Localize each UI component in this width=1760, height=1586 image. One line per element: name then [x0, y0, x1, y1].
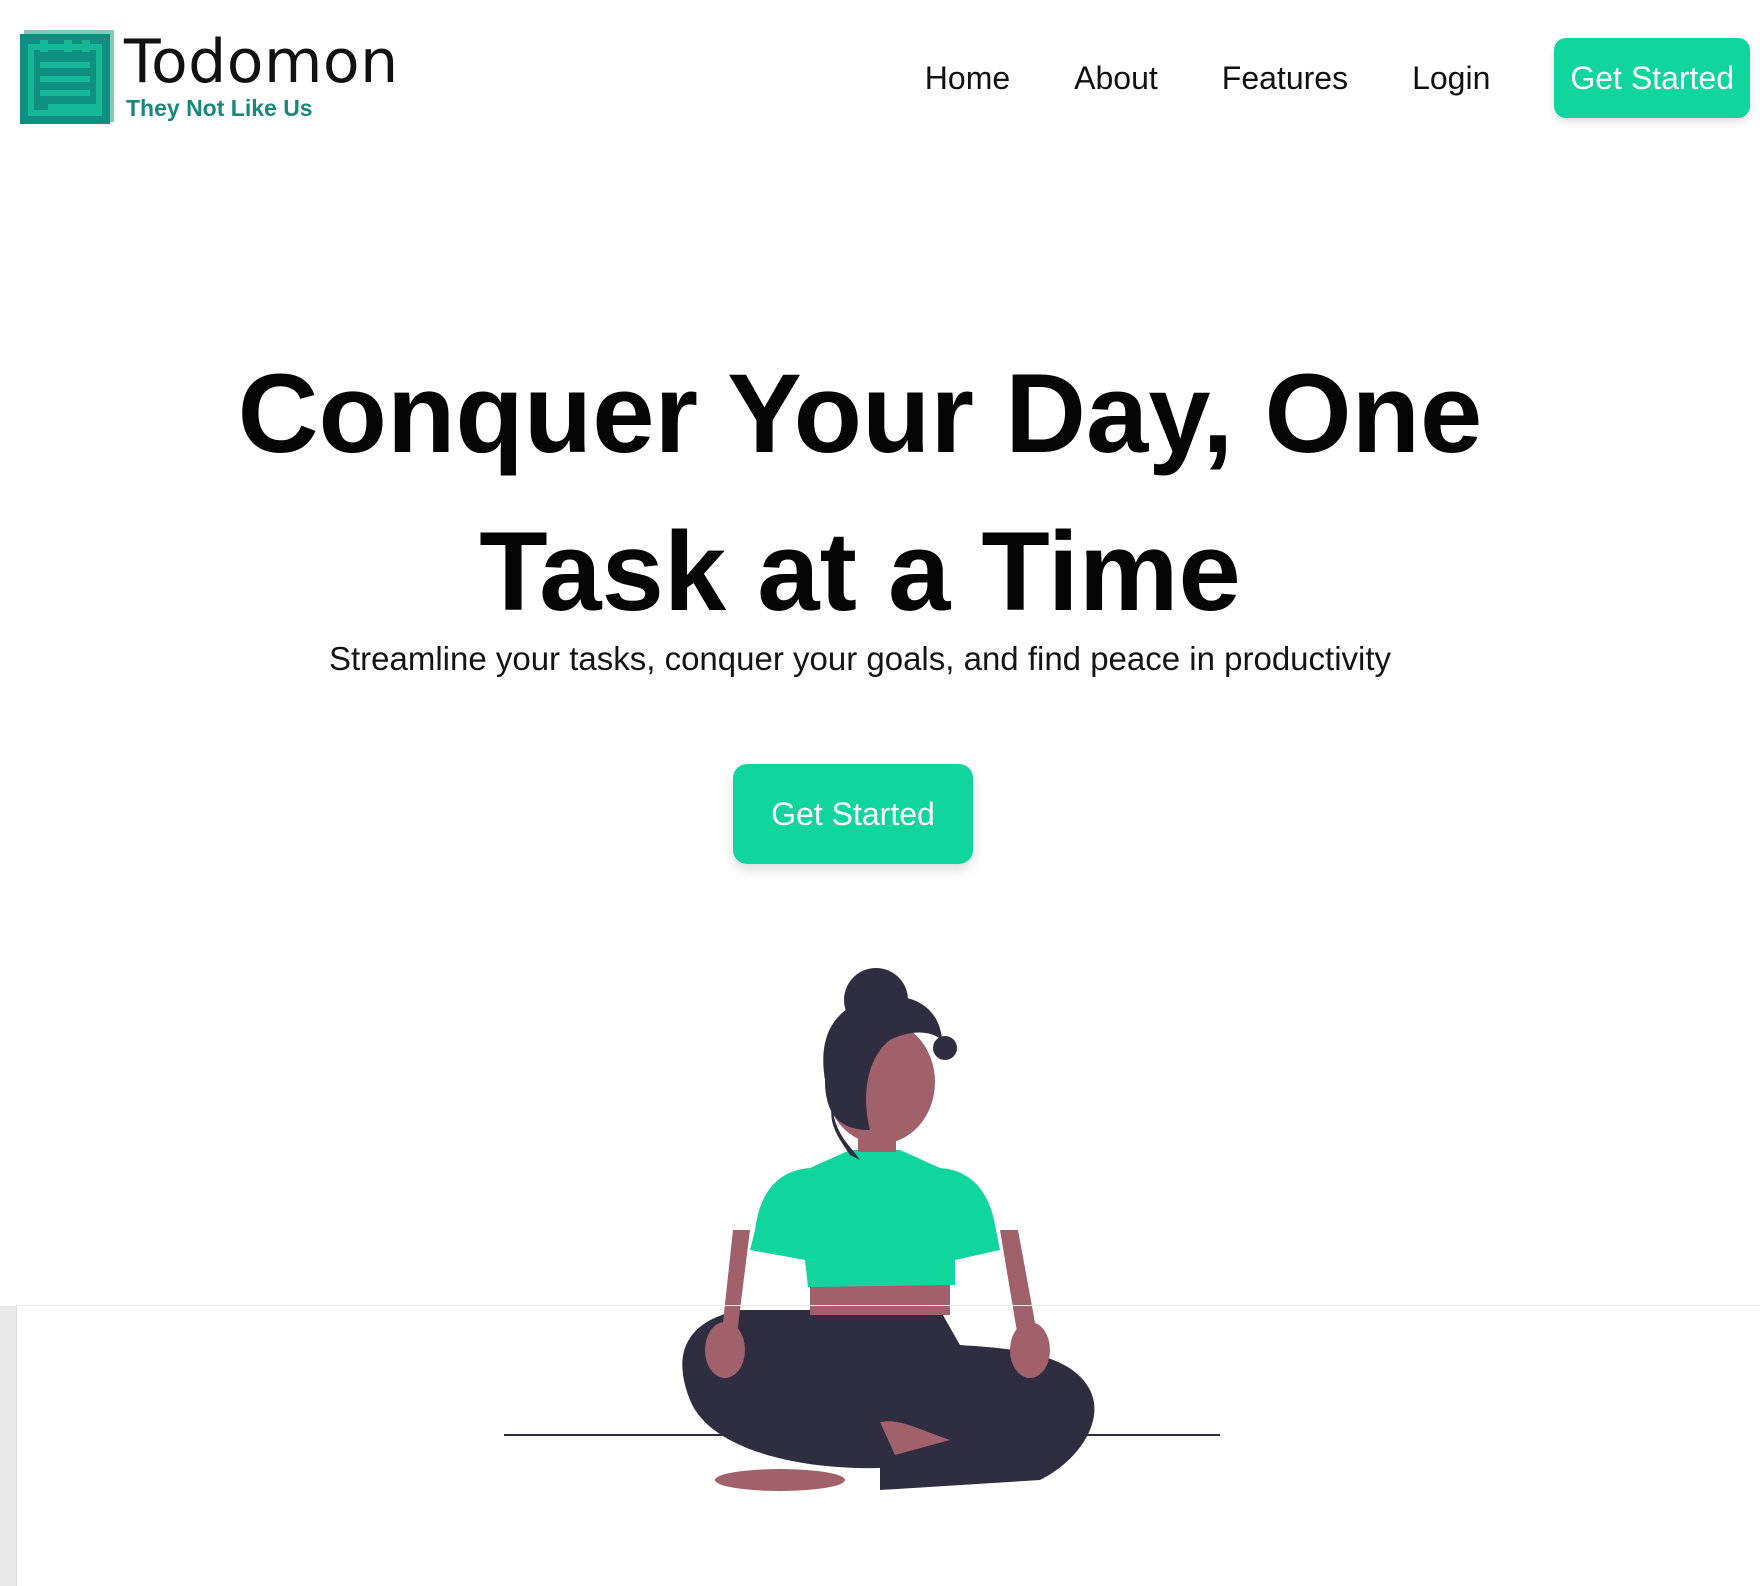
hero-title: Conquer Your Day, One Task at a Time: [0, 335, 1720, 651]
shirt: [750, 1150, 1000, 1287]
nav-link-home[interactable]: Home: [925, 60, 1010, 97]
scrollbar[interactable]: [0, 1306, 17, 1586]
hair-tuft: [933, 1036, 957, 1060]
section-divider: [16, 1305, 1760, 1306]
hero-title-line-1: Conquer Your Day, One: [237, 351, 1483, 476]
right-arm: [1000, 1230, 1040, 1350]
meditating-woman-illustration: [504, 968, 1220, 1491]
hero-subtitle: Streamline your tasks, conquer your goal…: [328, 640, 1392, 677]
left-foot: [715, 1469, 845, 1491]
hero-get-started-button[interactable]: Get Started: [733, 764, 973, 864]
waist: [810, 1285, 950, 1315]
brand-logo[interactable]: Todomon They Not Like Us: [20, 28, 400, 128]
nav-link-about[interactable]: About: [1074, 60, 1158, 97]
hair-bun: [844, 968, 908, 1032]
nav-link-features[interactable]: Features: [1222, 60, 1348, 97]
hero-title-line-2: Task at a Time: [479, 509, 1241, 634]
brand-tagline: They Not Like Us: [126, 95, 313, 121]
brand-name: Todomon: [124, 27, 399, 97]
nav-link-login[interactable]: Login: [1412, 60, 1490, 97]
landing-page: Todomon They Not Like Us Home About Feat…: [0, 0, 1760, 1586]
clipboard-notes-icon: [20, 30, 114, 124]
main-nav: Home About Features Login Get Started: [925, 38, 1750, 118]
nav-get-started-button[interactable]: Get Started: [1554, 38, 1750, 118]
